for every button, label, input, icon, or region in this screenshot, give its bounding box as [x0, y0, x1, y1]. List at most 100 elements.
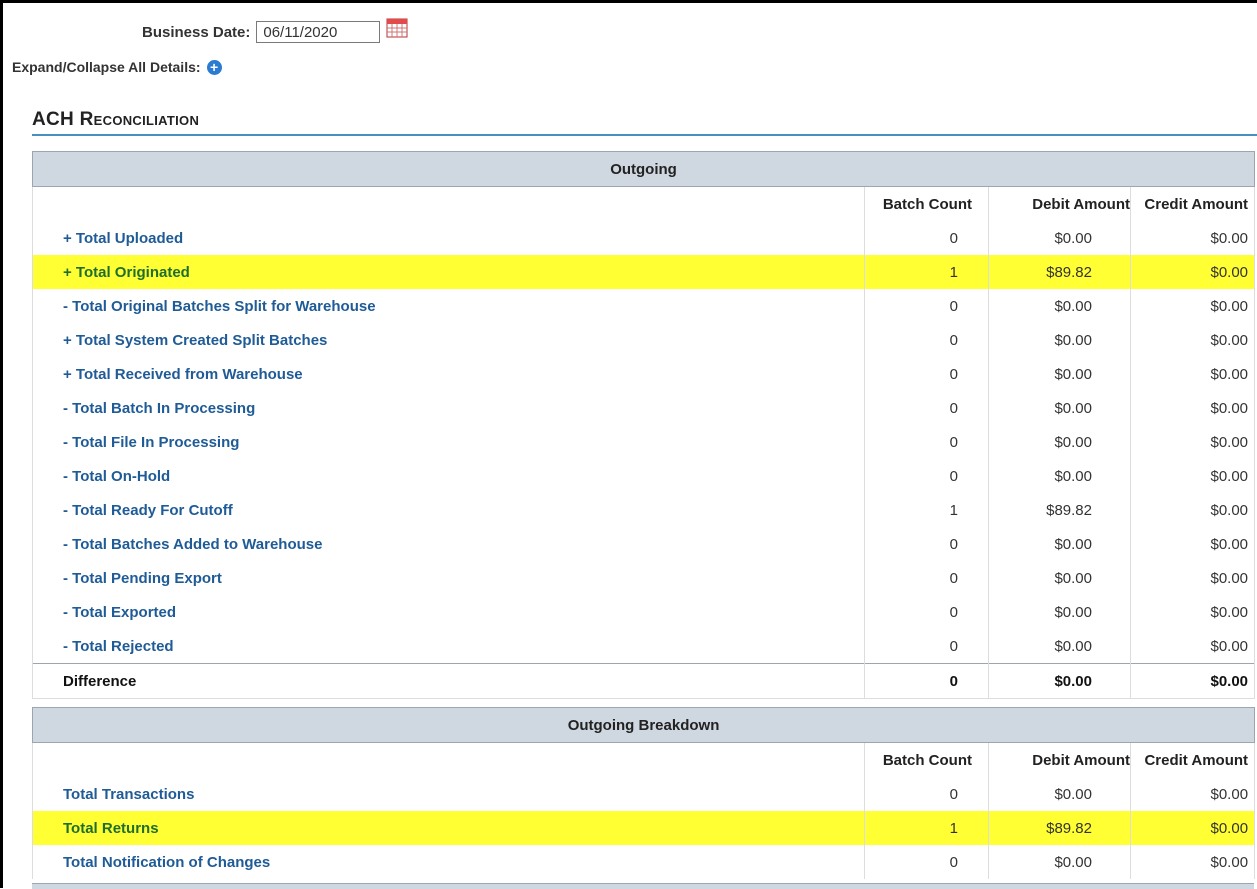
table-row: - Total Batches Added to Warehouse 0 $0.00… [32, 527, 1256, 561]
table-row: - Total Original Batches Split for Wareh… [32, 289, 1256, 323]
breakdown-column-header: Batch Count Debit Amount Credit Amount [32, 742, 1256, 777]
row-link[interactable]: - Total Pending Export [63, 570, 222, 587]
breakdown-table: Outgoing Breakdown Batch Count Debit Amo… [31, 707, 1256, 879]
debit-amount-cell: $0.00 [988, 561, 1131, 595]
table-row: + Total Received from Warehouse 0 $0.00 $0.… [32, 357, 1256, 391]
batch-count-cell: 0 [864, 459, 989, 493]
breakdown-title: Outgoing Breakdown [31, 707, 1256, 743]
difference-label: Difference [32, 663, 865, 699]
credit-amount-cell: $0.00 [1129, 629, 1256, 664]
credit-amount-cell: $0.00 [1129, 595, 1256, 629]
table-row: Total Notification of Changes 0 $0.00 $0.00 [32, 845, 1256, 879]
batch-count-cell: 0 [864, 425, 989, 459]
credit-amount-cell: $0.00 [1129, 493, 1256, 527]
debit-amount-cell: $0.00 [988, 357, 1131, 391]
row-link[interactable]: - Total Batches Added to Warehouse [63, 536, 322, 553]
difference-debit: $0.00 [988, 663, 1131, 699]
credit-amount-cell: $0.00 [1129, 561, 1256, 595]
batch-count-cell: 0 [864, 629, 989, 664]
debit-amount-cell: $0.00 [988, 425, 1131, 459]
batch-count-cell: 0 [864, 561, 989, 595]
debit-amount-cell: $89.82 [988, 255, 1131, 289]
difference-row: Difference 0 $0.00 $0.00 [32, 663, 1256, 699]
debit-amount-cell: $89.82 [988, 493, 1131, 527]
row-link[interactable]: - Total Exported [63, 604, 176, 621]
business-date-label: Business Date: [142, 23, 251, 41]
debit-amount-cell: $0.00 [988, 777, 1131, 811]
credit-amount-cell: $0.00 [1129, 323, 1256, 357]
batch-count-cell: 0 [864, 289, 989, 323]
batch-count-cell: 1 [864, 811, 989, 845]
batch-count-cell: 0 [864, 357, 989, 391]
credit-amount-cell: $0.00 [1129, 811, 1256, 845]
batch-count-cell: 0 [864, 595, 989, 629]
difference-batch: 0 [864, 663, 989, 699]
expand-all-plus-icon[interactable]: + [206, 59, 222, 75]
row-link[interactable]: - Total On-Hold [63, 468, 170, 485]
batch-count-cell: 0 [864, 527, 989, 561]
batch-count-cell: 1 [864, 255, 989, 289]
row-link[interactable]: Total Notification of Changes [63, 854, 270, 871]
row-link[interactable]: - Total File In Processing [63, 434, 239, 451]
calendar-icon[interactable] [386, 18, 408, 38]
debit-amount-cell: $0.00 [988, 391, 1131, 425]
table-row: - Total Pending Export 0 $0.00 $0.00 [32, 561, 1256, 595]
breakdown-group-header: Outgoing Breakdown [31, 707, 1256, 743]
credit-amount-cell: $0.00 [1129, 289, 1256, 323]
col-batch-count: Batch Count [864, 742, 989, 777]
credit-amount-cell: $0.00 [1129, 255, 1256, 289]
table-row: + Total System Created Split Batches 0 $0.… [32, 323, 1256, 357]
business-date-row: Business Date: [142, 18, 408, 46]
row-link[interactable]: - Total Original Batches Split for Wareh… [63, 298, 376, 315]
debit-amount-cell: $0.00 [988, 221, 1131, 255]
table-row: - Total Exported 0 $0.00 $0.00 [32, 595, 1256, 629]
row-link[interactable]: + Total Received from Warehouse [63, 366, 303, 383]
row-link[interactable]: - Total Batch In Processing [63, 400, 255, 417]
credit-amount-cell: $0.00 [1129, 357, 1256, 391]
col-debit-amount: Debit Amount [988, 186, 1131, 221]
row-link[interactable]: - Total Rejected [63, 638, 174, 655]
debit-amount-cell: $89.82 [988, 811, 1131, 845]
table-row: - Total Ready For Cutoff 1 $89.82 $0.00 [32, 493, 1256, 527]
table-row: + Total Uploaded 0 $0.00 $0.00 [32, 221, 1256, 255]
next-section-header [32, 883, 1254, 889]
debit-amount-cell: $0.00 [988, 629, 1131, 664]
batch-count-cell: 0 [864, 777, 989, 811]
table-row: + Total Originated 1 $89.82 $0.00 [32, 255, 1256, 289]
credit-amount-cell: $0.00 [1129, 527, 1256, 561]
table-row: Total Returns 1 $89.82 $0.00 [32, 811, 1256, 845]
difference-credit: $0.00 [1129, 663, 1256, 699]
row-link[interactable]: + Total Originated [63, 264, 190, 281]
credit-amount-cell: $0.00 [1129, 425, 1256, 459]
credit-amount-cell: $0.00 [1129, 845, 1256, 879]
debit-amount-cell: $0.00 [988, 459, 1131, 493]
row-link[interactable]: + Total Uploaded [63, 230, 183, 247]
col-debit-amount: Debit Amount [988, 742, 1131, 777]
debit-amount-cell: $0.00 [988, 595, 1131, 629]
table-row: - Total File In Processing 0 $0.00 $0.00 [32, 425, 1256, 459]
row-link[interactable]: Total Returns [63, 820, 159, 837]
expand-collapse-row: Expand/Collapse All Details: + [12, 55, 222, 79]
outgoing-column-header: Batch Count Debit Amount Credit Amount [32, 186, 1256, 221]
expand-collapse-label: Expand/Collapse All Details: [12, 59, 201, 75]
table-row: - Total Rejected 0 $0.00 $0.00 [32, 629, 1256, 664]
table-row: - Total Batch In Processing 0 $0.00 $0.00 [32, 391, 1256, 425]
credit-amount-cell: $0.00 [1129, 391, 1256, 425]
col-credit-amount: Credit Amount [1129, 186, 1256, 221]
credit-amount-cell: $0.00 [1129, 221, 1256, 255]
row-link[interactable]: - Total Ready For Cutoff [63, 502, 233, 519]
batch-count-cell: 0 [864, 221, 989, 255]
business-date-input[interactable] [256, 21, 381, 43]
debit-amount-cell: $0.00 [988, 289, 1131, 323]
col-credit-amount: Credit Amount [1129, 742, 1256, 777]
batch-count-cell: 0 [864, 323, 989, 357]
row-link[interactable]: + Total System Created Split Batches [63, 332, 327, 349]
outgoing-group-header: Outgoing [31, 151, 1256, 187]
row-link[interactable]: Total Transactions [63, 786, 194, 803]
batch-count-cell: 0 [864, 391, 989, 425]
credit-amount-cell: $0.00 [1129, 777, 1256, 811]
batch-count-cell: 0 [864, 845, 989, 879]
col-batch-count: Batch Count [864, 186, 989, 221]
table-row: - Total On-Hold 0 $0.00 $0.00 [32, 459, 1256, 493]
credit-amount-cell: $0.00 [1129, 459, 1256, 493]
